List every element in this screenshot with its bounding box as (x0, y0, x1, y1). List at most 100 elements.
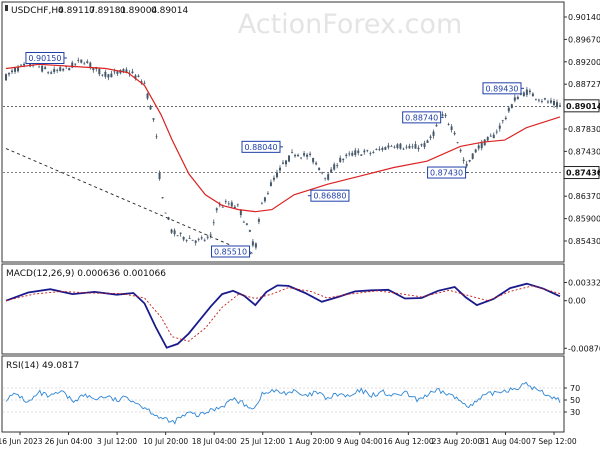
candle-body (122, 69, 125, 72)
x-tick-label: 16 Jun 2023 (0, 437, 43, 446)
candle-body (14, 67, 17, 72)
candle-body (161, 197, 164, 199)
candle-body (399, 143, 402, 149)
candle-body (269, 182, 272, 187)
macd-header: MACD(12,26,9) 0.000636 0.001066 (6, 269, 166, 279)
candle-body (266, 192, 269, 194)
price-y-tick-label: 0.85900 (568, 215, 600, 224)
candle-body (209, 234, 212, 236)
candle-body (164, 212, 167, 214)
x-tick-label: 3 Jul 12:00 (97, 437, 137, 446)
candle-body (405, 146, 408, 148)
candle-body (357, 150, 360, 153)
candle-body (408, 145, 411, 149)
candle-body (62, 68, 65, 71)
candle-body (77, 60, 80, 61)
candle-body (297, 154, 300, 157)
candle-body (23, 63, 26, 66)
candle-body (188, 238, 191, 239)
candle-body (155, 136, 158, 138)
candle-body (11, 70, 14, 73)
chart-root: ActionForex.com USDCHF,H4 0.89117 0.8918… (0, 0, 600, 450)
candle-body (248, 230, 251, 232)
candle-body (294, 155, 297, 157)
candle-body (230, 202, 233, 207)
candle-body (182, 236, 185, 240)
candle-body (420, 144, 423, 146)
current-price-badge: 0.89014 (563, 99, 600, 113)
candle-body (348, 153, 351, 155)
candle-body (498, 125, 501, 129)
candle-body (59, 67, 62, 71)
candle-body (191, 239, 194, 241)
candle-body (327, 174, 330, 180)
candle-body (369, 153, 372, 154)
candle-body (559, 105, 561, 107)
price-y-tick-label: 0.85430 (568, 237, 600, 246)
candle-body (411, 146, 414, 148)
callout-label: 0.86880 (313, 192, 346, 201)
x-tick-label: 25 Jul 12:00 (240, 437, 285, 446)
candle-body (396, 144, 399, 148)
candle-body (50, 72, 53, 74)
price-panel (1, 1, 565, 263)
current-price-badge-label: 0.89014 (566, 102, 600, 111)
candle-body (330, 169, 333, 173)
candle-body (185, 240, 188, 241)
price-y-tick-label: 0.86370 (568, 192, 600, 201)
candle-body (495, 131, 498, 133)
candle-body (378, 149, 381, 150)
candle-body (116, 71, 119, 74)
candle-body (390, 145, 393, 147)
candle-body (104, 71, 107, 77)
candle-body (531, 93, 534, 97)
x-tick-label: 10 Jul 20:00 (143, 437, 188, 446)
callout-label: 0.87430 (430, 169, 463, 178)
macd-y-tick-label: -0.008707 (568, 344, 600, 353)
candle-body (486, 137, 489, 141)
candle-body (260, 203, 263, 205)
candle-body (360, 154, 363, 156)
candle-body (489, 135, 492, 137)
candle-body (351, 152, 354, 156)
candle-body (56, 70, 59, 71)
candle-body (432, 131, 435, 136)
macd-y-tick-label: 0.00 (568, 297, 586, 306)
candle-body (245, 223, 248, 225)
candle-body (291, 152, 294, 153)
candle-body (384, 147, 387, 150)
candle-body (393, 146, 396, 148)
candle-body (516, 96, 519, 100)
candle-body (110, 73, 113, 78)
candle-body (170, 229, 173, 233)
candle-body (381, 147, 384, 150)
candle-body (324, 177, 327, 179)
candle-body (333, 164, 336, 170)
candle-body (131, 71, 134, 74)
candle-body (254, 243, 257, 248)
candle-body (549, 100, 552, 103)
rsi-y-tick-label: 30 (570, 408, 580, 417)
candle-body (363, 150, 366, 153)
candle-body (137, 75, 140, 77)
candle-body (288, 155, 291, 162)
candle-body (525, 89, 528, 95)
rsi-y-tick-label: 50 (570, 396, 580, 405)
x-tick-label: 9 Aug 04:00 (337, 437, 383, 446)
candle-body (471, 153, 474, 159)
candle-body (447, 124, 450, 125)
candle-body (414, 144, 417, 149)
price-y-tick-label: 0.90140 (568, 13, 600, 22)
candle-body (47, 72, 50, 74)
candle-body (44, 67, 47, 70)
candle-body (239, 209, 242, 216)
candle-body (227, 203, 230, 205)
candle-body (339, 157, 342, 162)
candle-body (372, 151, 375, 153)
price-header: USDCHF,H4 0.89117 0.89181 0.89004 0.8901… (5, 5, 188, 16)
candle-body (318, 167, 321, 171)
price-y-tick-label: 0.89200 (568, 58, 600, 67)
price-callout: 0.85510 (211, 245, 253, 258)
candle-body (501, 120, 504, 122)
price-y-tick-label: 0.87830 (568, 125, 600, 134)
